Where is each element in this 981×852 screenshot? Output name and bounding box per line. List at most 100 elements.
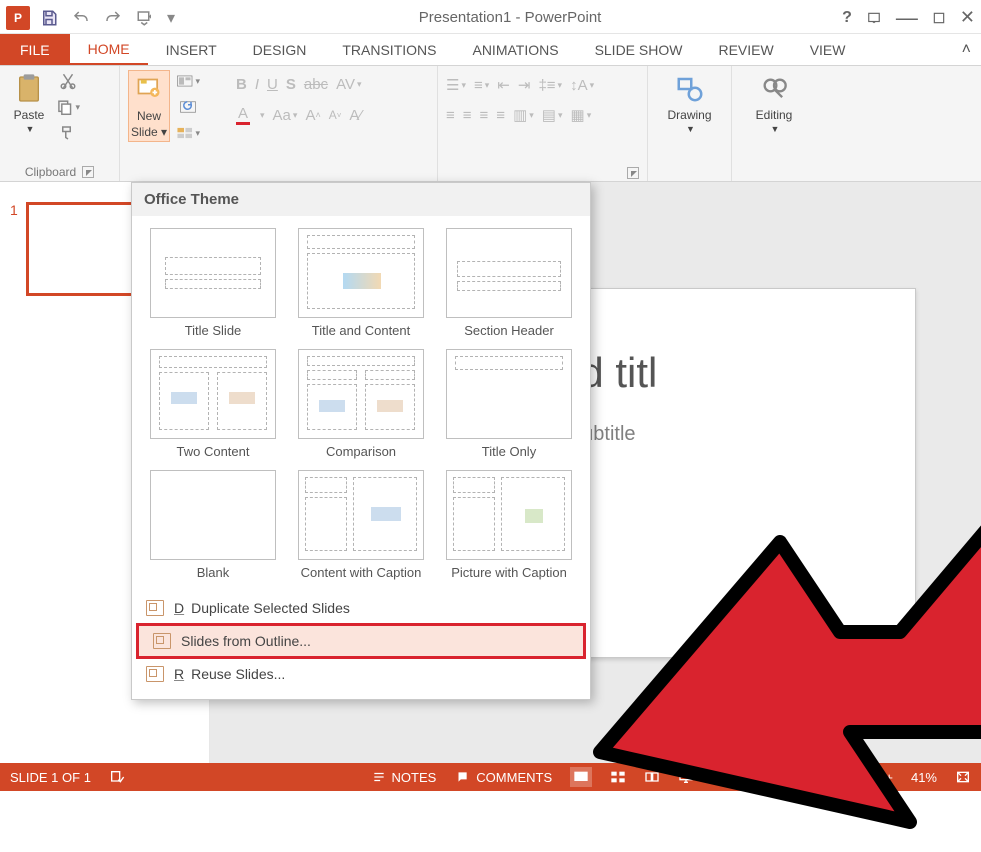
reset-icon[interactable]	[176, 96, 200, 118]
copy-icon[interactable]: ▾	[56, 96, 80, 118]
layout-section-header[interactable]: Section Header	[438, 228, 580, 339]
shadow-button[interactable]: S	[286, 76, 296, 93]
powerpoint-logo-icon: P	[6, 6, 30, 30]
qat-customize-icon[interactable]: ▾	[164, 5, 178, 31]
normal-view-icon[interactable]	[570, 767, 592, 787]
comments-button[interactable]: COMMENTS	[454, 770, 552, 785]
clipboard-dialog-launcher[interactable]	[82, 166, 94, 178]
window-controls: ? — ✕	[842, 7, 975, 28]
ribbon-display-icon[interactable]	[866, 11, 882, 25]
bold-button[interactable]: B	[236, 76, 247, 93]
slideshow-view-icon[interactable]	[678, 770, 694, 784]
font-row-top: B I U S abc AV▾	[236, 76, 429, 93]
editing-button[interactable]: Editing ▼	[740, 70, 808, 136]
grow-font-button[interactable]: A˄	[305, 107, 320, 124]
layout-picture-with-caption[interactable]: Picture with Caption	[438, 470, 580, 581]
collapse-ribbon-icon[interactable]: ˄	[952, 34, 981, 65]
strikethrough-button[interactable]: abc	[304, 76, 328, 93]
format-painter-icon[interactable]	[56, 122, 80, 144]
new-slide-label-2: Slide ▾	[131, 125, 167, 139]
fit-to-window-icon[interactable]	[955, 770, 971, 784]
slide-indicator[interactable]: SLIDE 1 OF 1	[10, 770, 91, 785]
outline-icon	[153, 633, 171, 649]
spell-check-icon[interactable]	[109, 769, 125, 785]
justify-button[interactable]: ≡	[496, 107, 505, 124]
reuse-slides[interactable]: RReuse Slides...	[132, 659, 590, 689]
chevron-down-icon: ▼	[26, 124, 35, 134]
zoom-slider[interactable]	[737, 776, 867, 779]
ribbon: Paste ▼ ▾ Clipboard New Slide ▾ ▾ ▾	[0, 66, 981, 182]
decrease-indent-button[interactable]: ⇤	[497, 76, 510, 94]
font-color-button[interactable]: A	[236, 105, 250, 125]
tab-view[interactable]: VIEW	[792, 34, 864, 65]
drawing-icon	[673, 72, 707, 106]
slide-sorter-view-icon[interactable]	[610, 770, 626, 784]
chevron-down-icon: ▼	[686, 124, 695, 134]
layout-two-content[interactable]: Two Content	[142, 349, 284, 460]
align-text-button[interactable]: ▤▾	[542, 106, 563, 124]
zoom-out-button[interactable]: –	[712, 770, 719, 785]
maximize-icon[interactable]	[932, 11, 946, 25]
line-spacing-button[interactable]: ‡≡▾	[538, 77, 562, 94]
tab-design[interactable]: DESIGN	[235, 34, 325, 65]
group-font: B I U S abc AV▾ A▾ Aa▾ A˄ A˅ A⁄	[228, 66, 438, 181]
status-bar: SLIDE 1 OF 1 NOTES COMMENTS – + 41%	[0, 763, 981, 791]
zoom-level[interactable]: 41%	[911, 770, 937, 785]
help-icon[interactable]: ?	[842, 9, 852, 27]
tab-transitions[interactable]: TRANSITIONS	[324, 34, 454, 65]
start-from-beginning-icon[interactable]	[132, 5, 158, 31]
tab-slideshow[interactable]: SLIDE SHOW	[577, 34, 701, 65]
layout-title-only[interactable]: Title Only	[438, 349, 580, 460]
tab-insert[interactable]: INSERT	[148, 34, 235, 65]
redo-icon[interactable]	[100, 5, 126, 31]
drawing-label: Drawing	[667, 108, 711, 122]
columns-button[interactable]: ▥▾	[513, 106, 534, 124]
increase-indent-button[interactable]: ⇥	[518, 76, 531, 94]
italic-button[interactable]: I	[255, 76, 259, 93]
align-right-button[interactable]: ≡	[480, 107, 489, 124]
editing-label: Editing	[756, 108, 793, 122]
tab-file[interactable]: FILE	[0, 34, 70, 65]
layout-title-slide[interactable]: Title Slide	[142, 228, 284, 339]
paragraph-dialog-launcher[interactable]	[627, 167, 639, 179]
layout-icon[interactable]: ▾	[176, 70, 200, 92]
reuse-icon	[146, 666, 164, 682]
layout-content-with-caption[interactable]: Content with Caption	[290, 470, 432, 581]
underline-button[interactable]: U	[267, 76, 278, 93]
notes-button[interactable]: NOTES	[372, 770, 437, 785]
drawing-button[interactable]: Drawing ▼	[656, 70, 723, 136]
tab-animations[interactable]: ANIMATIONS	[454, 34, 576, 65]
new-slide-button[interactable]: New Slide ▾	[128, 70, 170, 142]
align-center-button[interactable]: ≡	[463, 107, 472, 124]
zoom-in-button[interactable]: +	[885, 770, 893, 785]
reading-view-icon[interactable]	[644, 770, 660, 784]
text-direction-button[interactable]: ↕A▾	[570, 77, 594, 94]
group-editing: Editing ▼	[732, 66, 816, 181]
font-row-bottom: A▾ Aa▾ A˄ A˅ A⁄	[236, 105, 429, 125]
tab-review[interactable]: REVIEW	[700, 34, 791, 65]
save-icon[interactable]	[36, 5, 62, 31]
cut-icon[interactable]	[56, 70, 80, 92]
new-slide-icon	[132, 73, 166, 107]
window-title: Presentation1 - PowerPoint	[178, 9, 842, 26]
char-spacing-button[interactable]: AV▾	[336, 76, 361, 93]
tab-home[interactable]: HOME	[70, 34, 148, 65]
slides-from-outline[interactable]: Slides from Outline...	[136, 623, 586, 659]
workspace: 1 add titl d subtitle Office Theme Title…	[0, 182, 981, 763]
bullets-button[interactable]: ☰▾	[446, 76, 466, 94]
clear-formatting-button[interactable]: A⁄	[349, 107, 362, 124]
numbering-button[interactable]: ≡▾	[474, 77, 489, 94]
layout-comparison[interactable]: Comparison	[290, 349, 432, 460]
smartart-button[interactable]: ▦▾	[571, 106, 592, 124]
close-icon[interactable]: ✕	[960, 7, 975, 28]
section-icon[interactable]: ▾	[176, 122, 200, 144]
align-left-button[interactable]: ≡	[446, 107, 455, 124]
change-case-button[interactable]: Aa▾	[273, 107, 298, 124]
paste-icon	[12, 72, 46, 106]
duplicate-selected-slides[interactable]: DDuplicate Selected Slides	[132, 593, 590, 623]
paste-button[interactable]: Paste ▼	[8, 70, 50, 136]
layout-title-and-content[interactable]: Title and Content	[290, 228, 432, 339]
shrink-font-button[interactable]: A˅	[329, 108, 342, 122]
layout-blank[interactable]: Blank	[142, 470, 284, 581]
undo-icon[interactable]	[68, 5, 94, 31]
